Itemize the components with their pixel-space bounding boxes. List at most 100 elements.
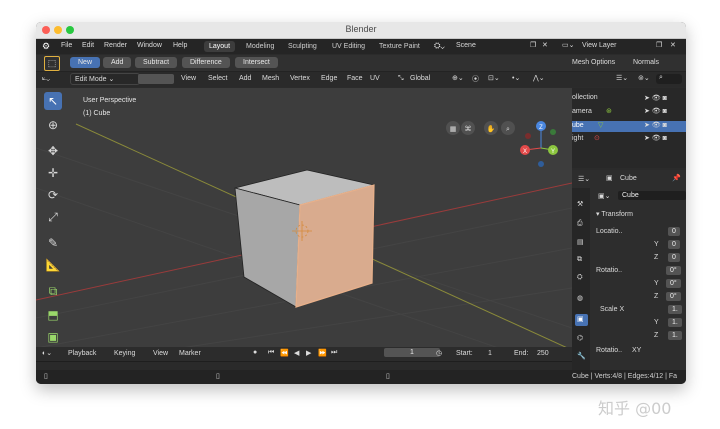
scale-y-field[interactable]: 1.	[668, 318, 682, 327]
menu-vertex[interactable]: Vertex	[290, 75, 310, 82]
view-layer-name[interactable]: View Layer	[582, 42, 617, 49]
current-frame-field[interactable]: 1	[384, 348, 440, 357]
pivot-icon[interactable]: ⊕⌄	[452, 74, 464, 82]
tab-texture-paint[interactable]: Texture Paint	[374, 41, 425, 52]
delete-view-layer-icon[interactable]: ✕	[670, 41, 676, 49]
mesh-data-icon[interactable]: ▽	[598, 121, 603, 129]
object-name-field[interactable]: Cube	[618, 191, 686, 200]
move-arrows-icon[interactable]: ✛	[44, 164, 62, 182]
editor-type-icon[interactable]: ⟀⌄	[42, 75, 50, 83]
world-tab-icon[interactable]: ◍	[577, 294, 583, 302]
cube-visibility-icons[interactable]: ➤ 👁 ◙	[644, 121, 667, 129]
transform-orientation-dropdown[interactable]: Global	[410, 75, 430, 82]
new-view-layer-icon[interactable]: ❐	[656, 41, 662, 49]
scale-x-field[interactable]: 1.	[668, 305, 682, 314]
snap-options-icon[interactable]: ⊡⌄	[488, 74, 500, 82]
play-reverse-icon[interactable]: ◀	[294, 349, 299, 357]
mode-add-button[interactable]: Add	[103, 57, 132, 68]
menu-mesh[interactable]: Mesh	[262, 75, 279, 82]
tab-layout[interactable]: Layout	[204, 41, 236, 52]
clock-icon[interactable]: ◷	[436, 349, 442, 357]
menu-add[interactable]: Add	[239, 75, 251, 82]
menu-view[interactable]: View	[181, 75, 196, 82]
scale-z-field[interactable]: 1.	[668, 331, 682, 340]
end-frame-field[interactable]: 250	[537, 350, 549, 357]
cursor-tool-icon[interactable]: ⊕	[44, 116, 62, 134]
transform-header[interactable]: ▾ Transform	[596, 210, 633, 218]
rotation-x-field[interactable]: 0°	[666, 266, 681, 275]
next-keyframe-icon[interactable]: ⏩	[318, 349, 327, 357]
scale-tool-icon[interactable]: ⤢	[44, 208, 62, 226]
falloff-icon[interactable]: ⋀⌄	[533, 74, 545, 82]
mesh-options-dropdown[interactable]: Mesh Options	[572, 59, 615, 66]
view-layer-tab-icon[interactable]: ⧉	[577, 256, 582, 264]
select-tool-icon[interactable]: ↖	[44, 92, 62, 110]
play-icon[interactable]: ▶	[306, 349, 311, 357]
jump-start-icon[interactable]: ⏮	[268, 349, 274, 357]
collection-row[interactable]: ollection	[572, 94, 598, 101]
filter-icon[interactable]: ⊚⌄	[638, 74, 650, 82]
location-x-field[interactable]: 0	[668, 227, 680, 236]
rotate-tool-icon[interactable]: ⟳	[44, 186, 62, 204]
tool-tab-icon[interactable]: ⚒	[577, 200, 583, 208]
tab-uv-editing[interactable]: UV Editing	[327, 41, 370, 52]
proportional-edit-icon[interactable]: •⌄	[512, 74, 520, 82]
extrude-tool-icon[interactable]: ⬒	[44, 306, 62, 324]
location-z-field[interactable]: 0	[668, 253, 680, 262]
menu-timeline-view[interactable]: View	[153, 350, 168, 357]
mode-dropdown[interactable]: Edit Mode ⌄	[70, 73, 140, 85]
timeline-editor-icon[interactable]: ◐⌄	[42, 349, 52, 357]
camera-data-icon[interactable]: ⊛	[606, 107, 612, 115]
measure-tool-icon[interactable]: 📐	[44, 256, 62, 274]
cube-selected-face[interactable]	[295, 184, 375, 308]
move-tool-icon[interactable]: ✥	[44, 142, 62, 160]
menu-uv[interactable]: UV	[370, 75, 380, 82]
view-layer-icon[interactable]: ▭⌄	[562, 41, 574, 49]
mode-intersect-button[interactable]: Intersect	[235, 57, 278, 68]
outliner-row-cube[interactable]: ube	[572, 122, 584, 129]
prev-keyframe-icon[interactable]: ⏪	[280, 349, 289, 357]
delete-scene-icon[interactable]: ✕	[542, 41, 548, 49]
tab-sculpting[interactable]: Sculpting	[283, 41, 322, 52]
annotate-tool-icon[interactable]: ✎	[44, 234, 62, 252]
light-visibility-icons[interactable]: ➤ 👁 ◙	[644, 134, 667, 142]
output-tab-icon[interactable]: ▤	[577, 238, 584, 246]
menu-select[interactable]: Select	[208, 75, 227, 82]
modifier-tab-icon[interactable]: ⌬	[577, 334, 583, 342]
light-data-icon[interactable]: ⊙	[594, 134, 600, 142]
select-mode-toggles[interactable]	[138, 74, 174, 84]
pin-icon[interactable]: 📌	[672, 174, 681, 182]
add-cube-tool-icon[interactable]: ⧉	[44, 282, 62, 300]
navigation-gizmo[interactable]: Z X Y	[520, 121, 558, 167]
snap-icon[interactable]: ⦿	[472, 74, 479, 84]
orientation-icon[interactable]: ⤡	[398, 75, 404, 83]
blender-logo-icon[interactable]: ⚙	[42, 41, 50, 52]
menu-render[interactable]: Render	[104, 42, 127, 49]
outliner-display-icon[interactable]: ☰⌄	[616, 74, 628, 82]
scene-icon[interactable]: ⛭⌄	[434, 41, 445, 51]
collection-visibility-icons[interactable]: ➤ 👁 ◙	[644, 94, 667, 102]
jump-end-icon[interactable]: ⏭	[331, 349, 337, 357]
menu-face[interactable]: Face	[347, 75, 363, 82]
tab-modeling[interactable]: Modeling	[241, 41, 279, 52]
mode-difference-button[interactable]: Difference	[182, 57, 230, 68]
menu-marker[interactable]: Marker	[179, 350, 201, 357]
menu-keying[interactable]: Keying	[114, 350, 135, 357]
menu-window[interactable]: Window	[137, 42, 162, 49]
normals-dropdown[interactable]: Normals	[633, 59, 659, 66]
select-box-tool-icon[interactable]: ⬚	[44, 56, 60, 71]
rotation-z-field[interactable]: 0°	[666, 292, 681, 301]
menu-edit[interactable]: Edit	[82, 42, 94, 49]
outliner-row-light[interactable]: ight	[572, 135, 583, 142]
menu-playback[interactable]: Playback	[68, 350, 96, 357]
start-frame-field[interactable]: 1	[488, 350, 492, 357]
object-data-icon[interactable]: ▣⌄	[598, 192, 610, 200]
new-scene-icon[interactable]: ❐	[530, 41, 536, 49]
scene-name[interactable]: Scene	[456, 42, 476, 49]
menu-help[interactable]: Help	[173, 42, 187, 49]
outliner-row-camera[interactable]: amera	[572, 108, 592, 115]
wrench-tab-icon[interactable]: 🔧	[577, 352, 586, 360]
menu-edge[interactable]: Edge	[321, 75, 337, 82]
location-y-field[interactable]: 0	[668, 240, 680, 249]
menu-file[interactable]: File	[61, 42, 72, 49]
